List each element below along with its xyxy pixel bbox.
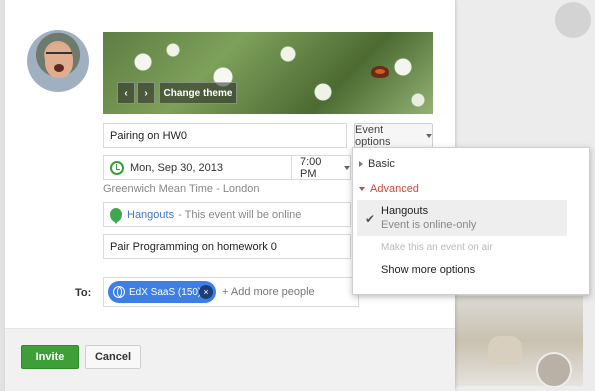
invitee-field[interactable]: EdX SaaS (150) × + Add more people bbox=[103, 277, 359, 307]
event-title-input[interactable]: Pairing on HW0 bbox=[103, 123, 347, 148]
cancel-button[interactable]: Cancel bbox=[85, 345, 141, 369]
clock-icon bbox=[110, 160, 124, 175]
avatar-glasses bbox=[46, 52, 72, 58]
hangouts-row: Hangouts - This event will be online bbox=[103, 202, 351, 227]
date-time-row: Mon, Sep 30, 2013 7:00 PM bbox=[103, 155, 351, 180]
avatar-face bbox=[45, 44, 73, 78]
event-theme-image: ‹ › Change theme bbox=[103, 32, 433, 114]
hangouts-note: - This event will be online bbox=[178, 208, 302, 221]
to-label: To: bbox=[75, 287, 92, 299]
invitee-chip[interactable]: EdX SaaS (150) × bbox=[108, 281, 216, 303]
menu-item-show-more[interactable]: Show more options bbox=[381, 264, 475, 276]
check-icon: ✔ bbox=[365, 212, 376, 226]
chevron-down-icon bbox=[359, 187, 365, 191]
user-avatar bbox=[27, 30, 89, 92]
theme-next-button[interactable]: › bbox=[137, 82, 155, 104]
menu-item-hangouts-subtitle: Event is online-only bbox=[381, 219, 477, 231]
menu-section-advanced[interactable]: Advanced bbox=[359, 183, 419, 195]
theme-prev-button[interactable]: ‹ bbox=[117, 82, 135, 104]
event-options-menu: Basic Advanced ✔ Hangouts Event is onlin… bbox=[352, 147, 590, 295]
add-people-input[interactable]: + Add more people bbox=[222, 286, 315, 298]
butterfly-image bbox=[371, 66, 389, 78]
hangouts-link[interactable]: Hangouts bbox=[127, 209, 174, 221]
date-picker[interactable]: Mon, Sep 30, 2013 bbox=[104, 156, 292, 179]
hangouts-icon bbox=[110, 207, 122, 224]
chevron-down-icon bbox=[344, 165, 350, 170]
globe-icon bbox=[113, 286, 125, 298]
menu-item-hangouts[interactable]: ✔ Hangouts Event is online-only bbox=[357, 200, 567, 236]
chevron-right-icon bbox=[359, 161, 363, 167]
menu-section-basic[interactable]: Basic bbox=[359, 158, 395, 170]
event-options-button[interactable]: Event options bbox=[354, 123, 433, 148]
chevron-down-icon bbox=[426, 133, 432, 138]
avatar-mouth bbox=[54, 64, 64, 72]
date-value: Mon, Sep 30, 2013 bbox=[130, 161, 223, 174]
time-value: 7:00 PM bbox=[300, 155, 322, 180]
background-cupcake bbox=[488, 336, 522, 364]
event-description-input[interactable]: Pair Programming on homework 0 bbox=[103, 234, 351, 259]
time-picker[interactable]: 7:00 PM bbox=[292, 155, 350, 180]
event-options-label: Event options bbox=[355, 123, 391, 148]
remove-invitee-icon[interactable]: × bbox=[199, 285, 213, 299]
background-avatar bbox=[555, 2, 591, 38]
timezone-label: Greenwich Mean Time - London bbox=[103, 183, 260, 195]
invitee-chip-label: EdX SaaS (150) bbox=[129, 286, 202, 298]
change-theme-button[interactable]: Change theme bbox=[159, 82, 237, 104]
menu-basic-label: Basic bbox=[368, 158, 395, 170]
menu-item-on-air: Make this an event on air bbox=[381, 242, 493, 253]
invite-button[interactable]: Invite bbox=[21, 345, 79, 369]
background-avatar bbox=[536, 352, 572, 388]
menu-item-hangouts-title: Hangouts bbox=[381, 205, 429, 217]
menu-advanced-label: Advanced bbox=[370, 183, 419, 195]
